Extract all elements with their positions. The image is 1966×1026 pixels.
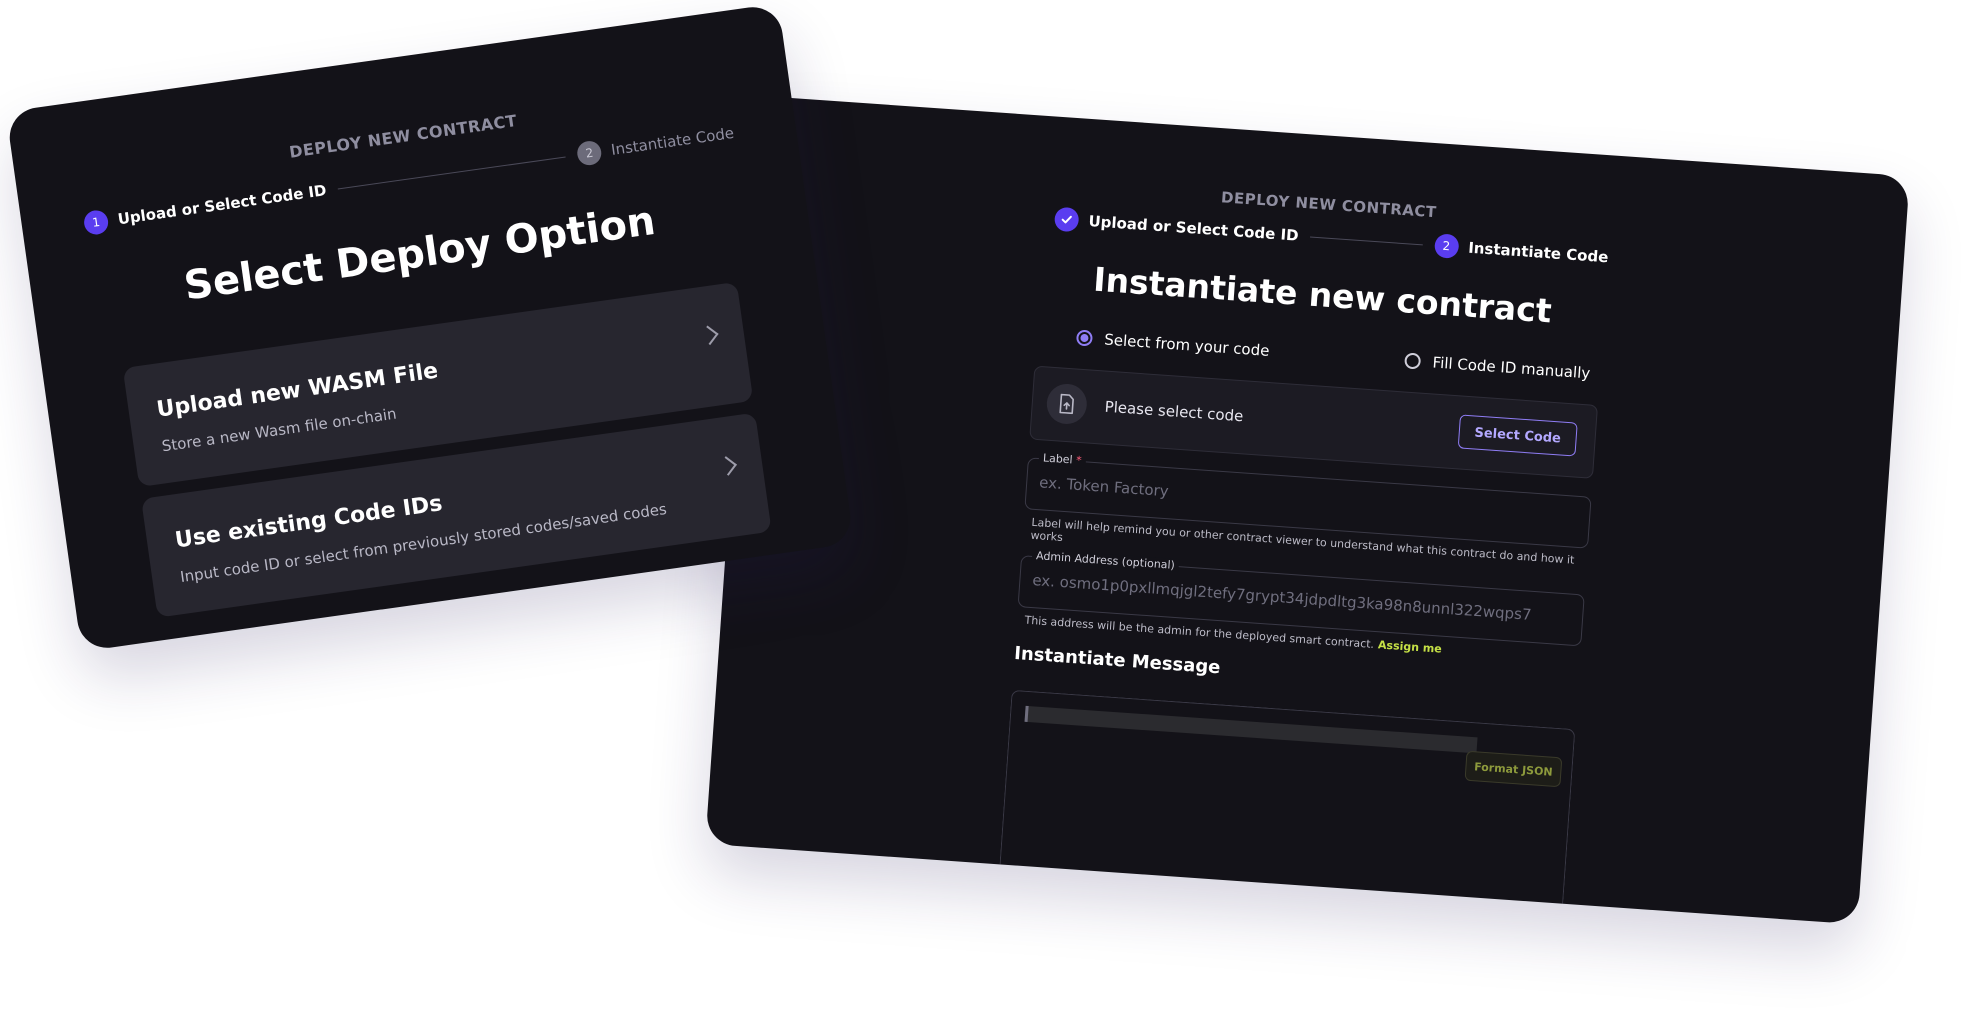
instantiate-contract-panel: DEPLOY NEW CONTRACT Upload or Select Cod… (705, 95, 1910, 925)
json-editor-line (1024, 705, 1478, 754)
admin-address-input[interactable] (1031, 571, 1573, 627)
assign-me-link[interactable]: Assign me (1378, 638, 1443, 655)
step-2-number: 2 (575, 139, 603, 167)
option-title: Upload new WASM File (155, 358, 440, 423)
select-code-button[interactable]: Select Code (1457, 414, 1578, 457)
radio-unchecked-icon[interactable] (1404, 352, 1422, 370)
label-caption-text: Label (1042, 451, 1074, 467)
chevron-right-icon (698, 325, 719, 346)
radio-select-from-code[interactable]: Select from your code (1075, 328, 1271, 360)
code-select-placeholder: Please select code (1104, 397, 1244, 426)
step-1-label: Upload or Select Code ID (116, 181, 328, 229)
step-2-label: Instantiate Code (609, 123, 736, 159)
step-1-number: 1 (82, 208, 110, 236)
chevron-right-icon (717, 456, 737, 476)
file-upload-icon (1045, 382, 1089, 426)
step-connector (338, 155, 566, 189)
step-1-check-icon (1053, 206, 1080, 233)
radio-label: Select from your code (1103, 330, 1271, 360)
step-1-label: Upload or Select Code ID (1087, 212, 1300, 245)
code-select-box: Please select code Select Code (1029, 365, 1599, 479)
required-star: * (1075, 453, 1083, 468)
step-2-number: 2 (1433, 233, 1460, 259)
instantiate-form: DEPLOY NEW CONTRACT Upload or Select Cod… (999, 116, 1616, 904)
label-caption: Label * (1038, 451, 1087, 468)
step-connector (1310, 236, 1423, 245)
radio-fill-code-id[interactable]: Fill Code ID manually (1404, 351, 1591, 382)
select-deploy-option-panel: DEPLOY NEW CONTRACT 1 Upload or Select C… (5, 3, 855, 652)
radio-label: Fill Code ID manually (1432, 353, 1591, 383)
step-2-label: Instantiate Code (1467, 238, 1609, 267)
screenshot-stage: DEPLOY NEW CONTRACT Upload or Select Cod… (0, 0, 1966, 1026)
label-input[interactable] (1038, 473, 1580, 529)
radio-checked-icon[interactable] (1075, 329, 1093, 347)
page-title: Instantiate new contract (1092, 259, 1553, 331)
instantiate-message-title: Instantiate Message (1013, 642, 1222, 679)
format-json-button[interactable]: Format JSON (1464, 750, 1563, 788)
json-editor[interactable]: Format JSON (999, 689, 1576, 904)
admin-address-caption: Admin Address (optional) (1031, 548, 1180, 573)
